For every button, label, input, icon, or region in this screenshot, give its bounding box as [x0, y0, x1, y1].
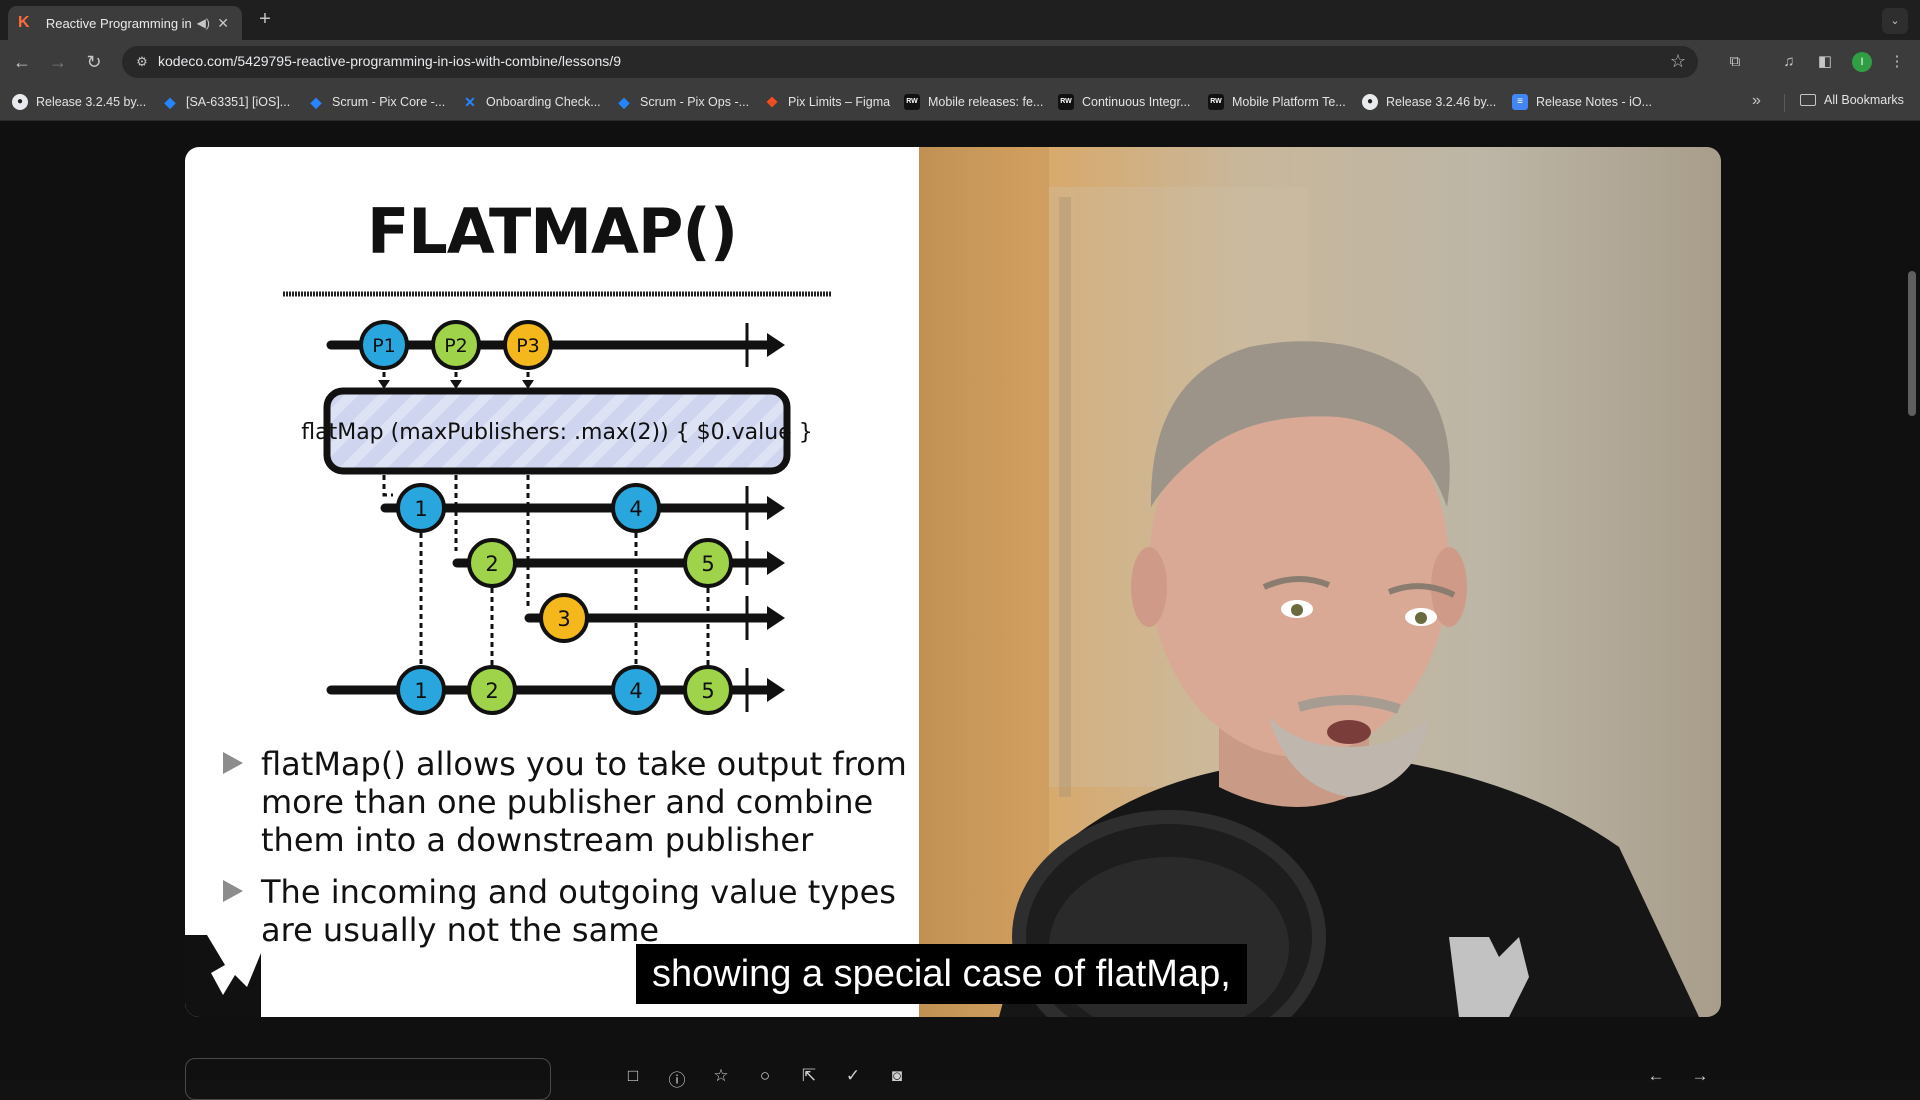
marble-label: 5 — [701, 679, 714, 703]
close-tab-icon[interactable]: ✕ — [214, 15, 232, 32]
presenter-figure — [919, 147, 1699, 1017]
github-icon: ● — [12, 94, 28, 110]
bookmarks-bar: ● Release 3.2.45 by... ◆ [SA-63351] [iOS].… — [0, 84, 1920, 121]
bookmark-star-icon[interactable]: ☆ — [1670, 51, 1686, 72]
jira-icon: ◆ — [618, 94, 630, 110]
marble-label: 4 — [629, 497, 642, 521]
jira-icon: ◆ — [164, 94, 176, 110]
bookmark-label: Scrum - Pix Ops -... — [640, 95, 750, 109]
lesson-slide: FLATMAP() P1 P2 P3 flatMap (maxPublisher… — [185, 147, 919, 1017]
kodeco-favicon-icon: K — [18, 14, 30, 31]
forward-icon[interactable]: → — [46, 50, 70, 74]
bullet-item: The incoming and outgoing value types ar… — [223, 873, 913, 949]
bullet-arrow-icon — [223, 880, 243, 902]
new-tab-icon[interactable]: + — [254, 8, 276, 30]
marble-label: 3 — [557, 607, 570, 631]
extensions-icon[interactable]: ⧉ — [1724, 51, 1746, 73]
bookmark-item[interactable]: RW Continuous Integr... — [1058, 93, 1190, 111]
confluence-icon: ✕ — [464, 94, 476, 110]
comment-icon[interactable]: ○ — [755, 1066, 775, 1086]
bookmark-label: Release 3.2.46 by... — [1386, 95, 1497, 109]
operator-label: flatMap (maxPublishers: .max(2)) { $0.va… — [301, 420, 813, 445]
address-bar[interactable]: ⚙ kodeco.com/5429795-reactive-programmin… — [122, 46, 1698, 78]
bookmark-label: Pix Limits – Figma — [788, 95, 891, 109]
rw-icon: RW — [904, 94, 920, 110]
figma-icon: ❖ — [765, 94, 779, 110]
input-marbles: P1 P2 P3 — [359, 320, 553, 370]
complete-check-icon[interactable]: ✓ — [843, 1066, 863, 1086]
back-icon[interactable]: ← — [10, 50, 34, 74]
tab-title: Reactive Programming in — [45, 15, 192, 31]
url-text[interactable]: kodeco.com/5429795-reactive-programming-… — [158, 53, 621, 69]
bookmark-label: Mobile Platform Te... — [1232, 95, 1346, 109]
marble-label: 2 — [485, 679, 498, 703]
share-icon[interactable]: ⇱ — [799, 1066, 819, 1086]
profile-avatar[interactable]: I — [1852, 52, 1872, 72]
bookmark-item[interactable]: ● Release 3.2.46 by... — [1362, 93, 1496, 111]
info-icon[interactable]: ⓘ — [667, 1066, 687, 1091]
bookmark-label: Scrum - Pix Core -... — [332, 95, 446, 109]
toolbar: ← → ↻ ⚙ kodeco.com/5429795-reactive-prog… — [0, 40, 1920, 84]
site-info-icon[interactable]: ⚙ — [132, 52, 152, 72]
tab-search-icon[interactable]: ⌄ — [1882, 8, 1908, 34]
bullet-text: The incoming and outgoing value types ar… — [261, 873, 896, 949]
marble-label: 1 — [414, 679, 427, 703]
side-panel-icon[interactable]: ◧ — [1814, 51, 1836, 73]
bookmark-item[interactable]: ◆ [SA-63351] [iOS]... — [162, 93, 291, 111]
bookmark-item[interactable]: RW Mobile releases: fe... — [904, 93, 1043, 111]
rw-logo-icon — [185, 935, 261, 1017]
timeline-arrow — [767, 333, 785, 357]
bookmark-item[interactable]: ◆ Scrum - Pix Ops -... — [616, 93, 749, 111]
bookmark-label: Continuous Integr... — [1082, 95, 1191, 109]
folder-icon — [1800, 94, 1816, 106]
bookmark-label: Release Notes - iO... — [1536, 95, 1653, 109]
tab-active[interactable]: K Reactive Programming in ◀) ✕ — [8, 6, 242, 40]
audio-playing-icon[interactable]: ◀) — [192, 16, 214, 30]
bullet-arrow-icon — [223, 752, 243, 774]
page-scrollbar[interactable] — [1908, 271, 1916, 416]
bookmark-label: Onboarding Check... — [486, 95, 601, 109]
bookmark-item[interactable]: RW Mobile Platform Te... — [1208, 93, 1346, 111]
next-lesson-icon[interactable]: → — [1690, 1066, 1710, 1086]
slide-bullets: flatMap() allows you to take output from… — [223, 745, 913, 963]
stop-icon[interactable]: □ — [623, 1066, 643, 1086]
tab-strip: K Reactive Programming in ◀) ✕ + ⌄ — [0, 0, 1920, 40]
bullet-item: flatMap() allows you to take output from… — [223, 745, 913, 859]
favorite-star-icon[interactable]: ☆ — [711, 1066, 731, 1086]
marble-label: P1 — [372, 335, 396, 357]
bookmark-divider — [1784, 94, 1785, 112]
marble-label: 1 — [414, 497, 427, 521]
bookmark-label: Mobile releases: fe... — [928, 95, 1044, 109]
rw-icon: RW — [1058, 94, 1074, 110]
notes-input[interactable] — [185, 1058, 551, 1100]
bookmark-item[interactable]: ● Release 3.2.45 by... — [12, 93, 146, 111]
marble-label: P2 — [444, 335, 468, 357]
bullet-text: flatMap() allows you to take output from… — [261, 745, 907, 859]
all-bookmarks-label: All Bookmarks — [1824, 93, 1904, 107]
menu-icon[interactable]: ⋮ — [1886, 51, 1908, 73]
bookmark-label: Release 3.2.45 by... — [36, 95, 147, 109]
docs-icon: ≡ — [1512, 94, 1528, 110]
jira-icon: ◆ — [310, 94, 322, 110]
previous-lesson-icon[interactable]: ← — [1646, 1066, 1666, 1086]
video-player[interactable]: FLATMAP() P1 P2 P3 flatMap (maxPublisher… — [185, 147, 1721, 1017]
github-icon: ● — [1362, 94, 1378, 110]
bookmark-item[interactable]: ≡ Release Notes - iO... — [1512, 93, 1652, 111]
all-bookmarks-button[interactable]: All Bookmarks — [1800, 93, 1904, 107]
video-caption: showing a special case of flatMap, — [636, 944, 1247, 1004]
marble-label: 2 — [485, 552, 498, 576]
reload-icon[interactable]: ↻ — [82, 50, 106, 74]
media-control-icon[interactable]: ♫ — [1778, 51, 1800, 73]
presenter-video — [919, 147, 1721, 1017]
marble-label: P3 — [516, 335, 540, 357]
marble-label: 4 — [629, 679, 642, 703]
more-bookmarks-icon[interactable]: » — [1752, 92, 1761, 110]
rw-icon: RW — [1208, 94, 1224, 110]
bookmark-label: [SA-63351] [iOS]... — [186, 95, 291, 109]
discord-icon[interactable]: ◙ — [887, 1066, 907, 1086]
bookmark-item[interactable]: ✕ Onboarding Check... — [462, 93, 601, 111]
bookmark-item[interactable]: ◆ Scrum - Pix Core -... — [308, 93, 446, 111]
bookmark-item[interactable]: ❖ Pix Limits – Figma — [764, 93, 890, 111]
marble-label: 5 — [701, 552, 714, 576]
